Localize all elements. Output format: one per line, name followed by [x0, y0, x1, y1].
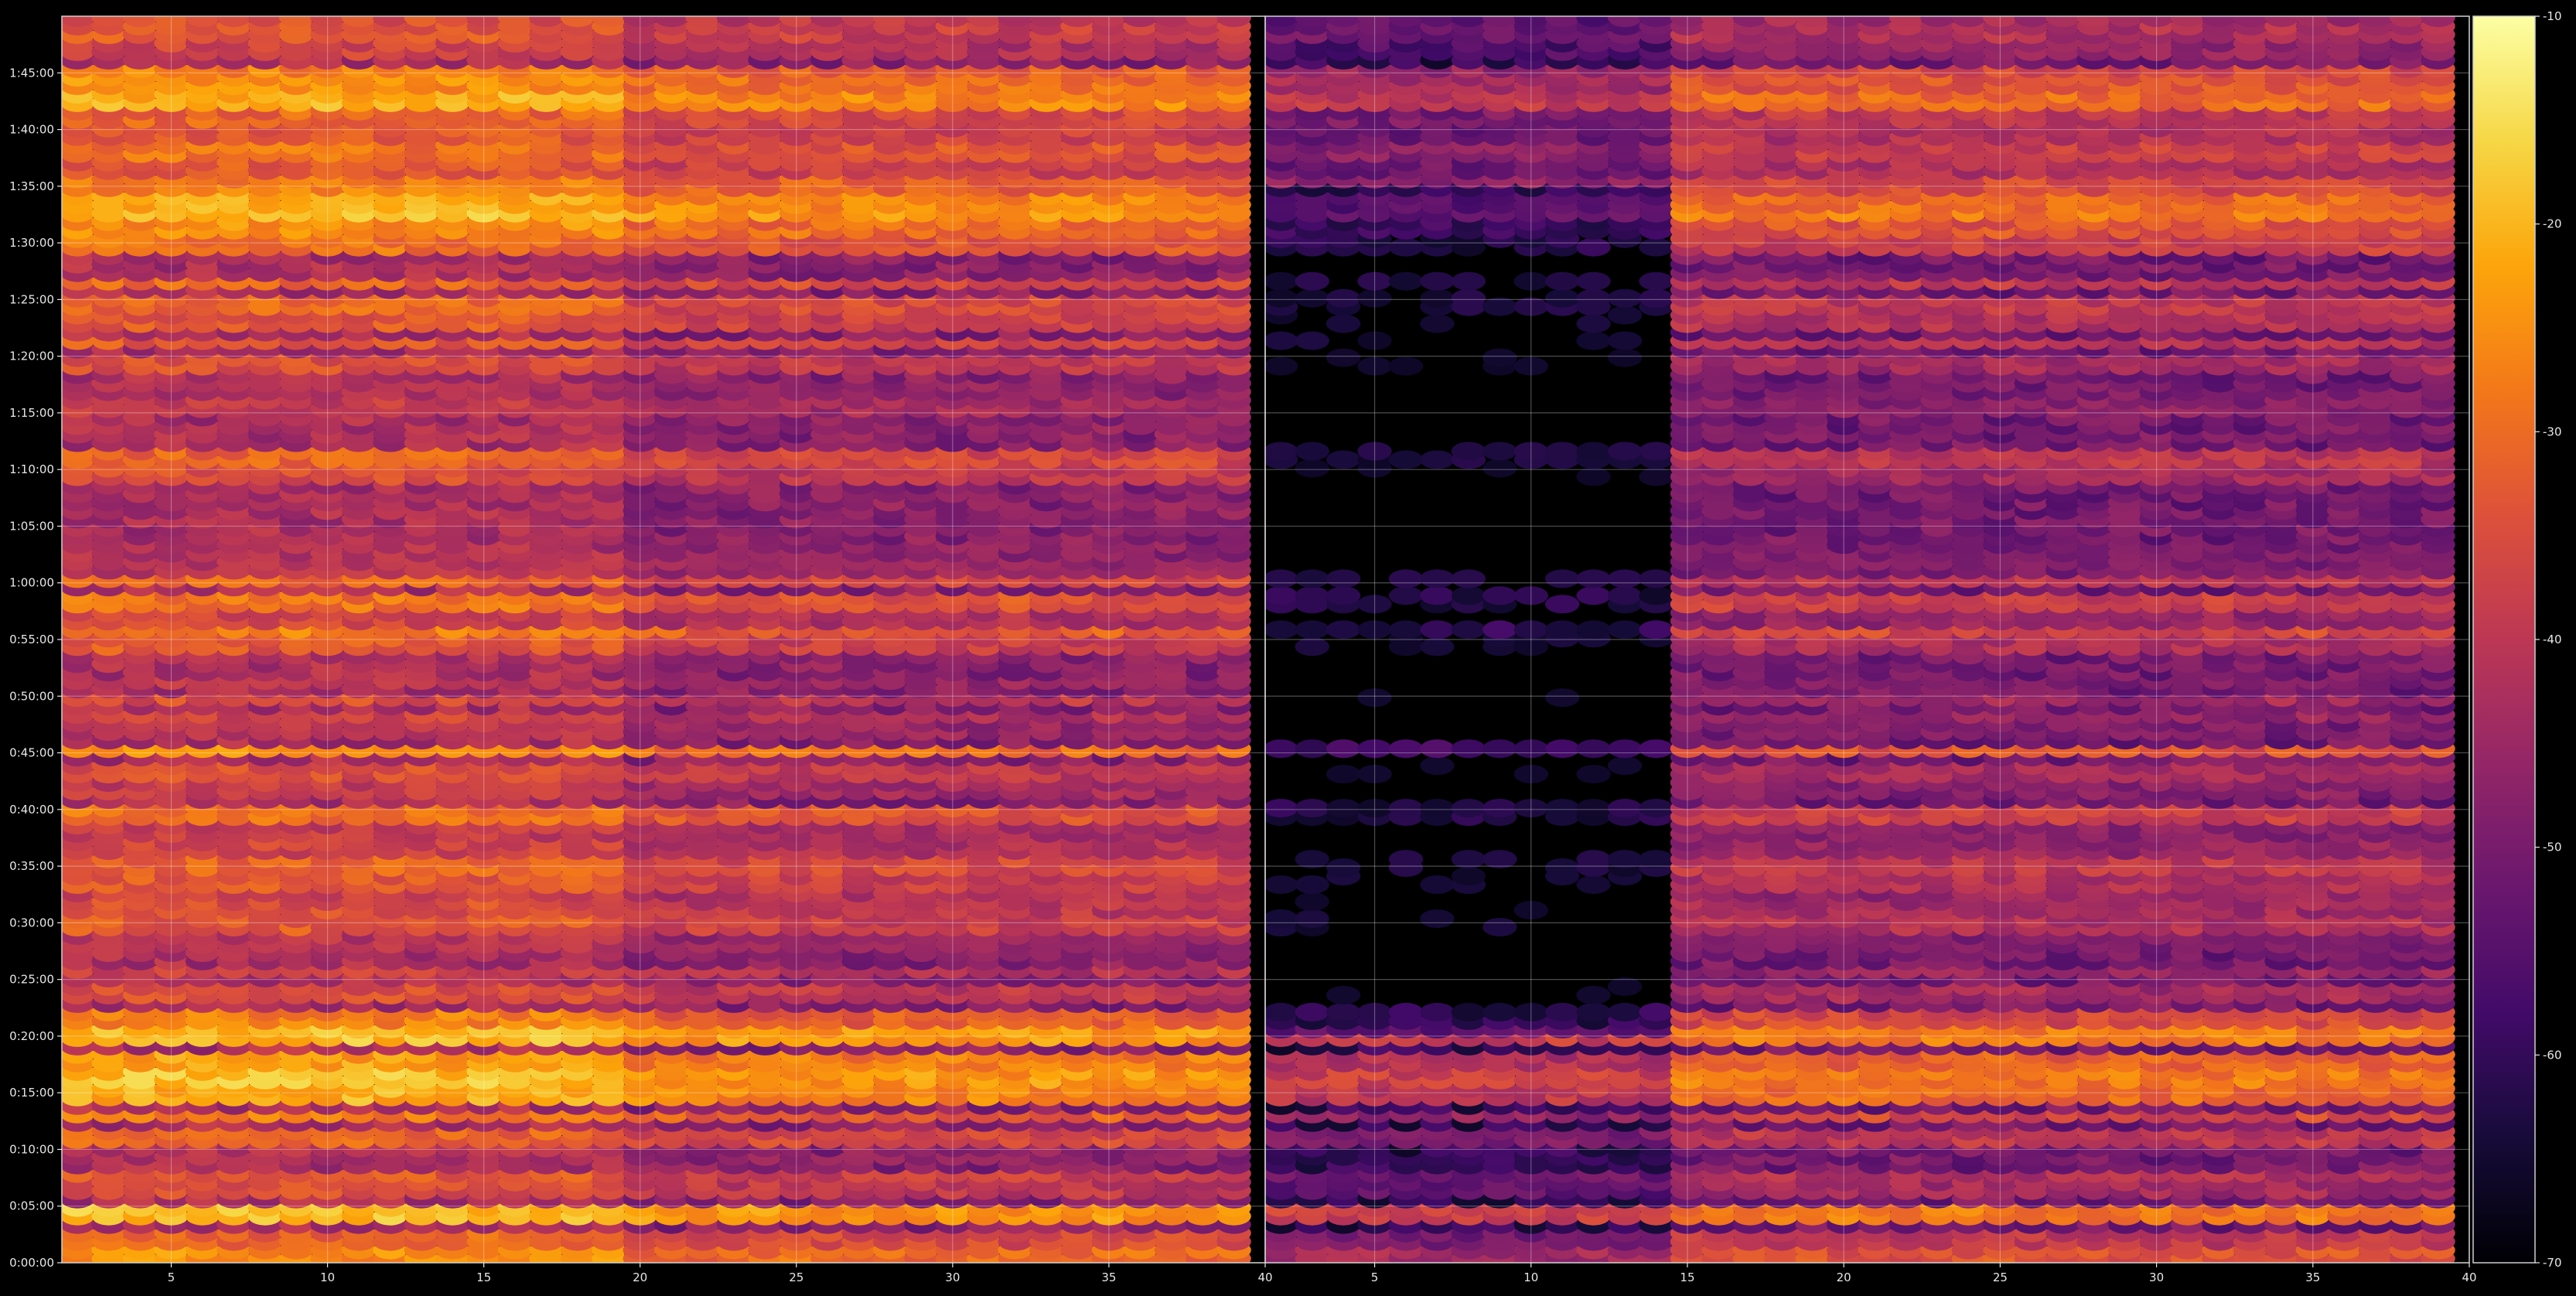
panel-left-cells	[62, 16, 1251, 1263]
heatmap-svg: 5 10 15 20 25 30 35 40 5 10 15 20 25 30 35 400:00:000:0…	[9, 9, 2561, 1284]
heatmap-cells	[62, 16, 2455, 1263]
heatmap-chart: 5 10 15 20 25 30 35 40 5 10 15 20 25 30 35 40 0:00:00 0:0…	[0, 0, 2576, 1293]
